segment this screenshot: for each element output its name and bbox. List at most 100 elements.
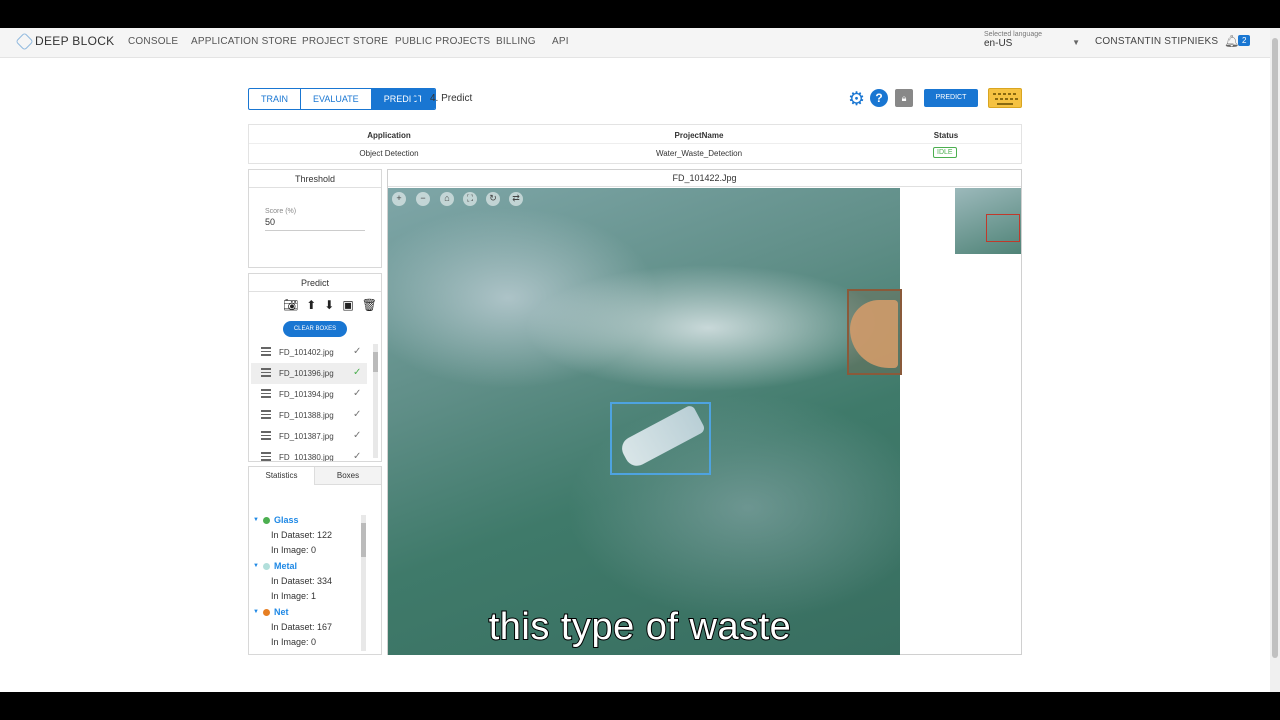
page-scroll-thumb[interactable]: [1272, 38, 1278, 658]
video-letterbox-bottom: [0, 692, 1280, 720]
check-icon: ✓: [353, 451, 362, 461]
stats-tabs: Statistics Boxes: [249, 467, 381, 485]
list-icon: [261, 431, 271, 440]
tab-evaluate[interactable]: EVALUATE: [301, 89, 372, 109]
threshold-panel: Threshold Score (%) 50: [248, 169, 382, 268]
expand-icon: ▼: [253, 563, 259, 569]
predict-panel: Predict 📷︎ ⬆ ⬇ ▣ 🗑︎ CLEAR BOXES FD_10140…: [248, 273, 382, 462]
file-name: FD_101387.jpg: [279, 432, 334, 441]
language-value: en-US: [984, 38, 1013, 49]
score-input[interactable]: 50: [265, 217, 275, 227]
user-menu[interactable]: CONSTANTIN STIPNIEKS: [1095, 36, 1218, 47]
file-row[interactable]: FD_101402.jpg ✓: [251, 342, 367, 363]
app-window: DEEP BLOCK CONSOLE APPLICATION STORE PRO…: [0, 28, 1280, 692]
file-row[interactable]: FD_101380.jpg ✓: [251, 447, 367, 461]
help-icon[interactable]: ?: [870, 89, 888, 107]
header-project-name: ProjectName: [674, 131, 724, 140]
flip-icon[interactable]: ⇄: [509, 192, 523, 206]
file-row[interactable]: FD_101396.jpg ✓: [251, 363, 367, 384]
class-in-dataset: In Dataset: 122: [271, 530, 333, 540]
lock-icon[interactable]: 🔒︎: [895, 89, 913, 107]
header-application: Application: [367, 131, 411, 140]
tab-boxes[interactable]: Boxes: [315, 467, 381, 485]
camera-icon[interactable]: 📷︎: [283, 298, 298, 312]
threshold-title: Threshold: [249, 170, 381, 188]
check-icon: ✓: [353, 388, 362, 399]
navigator-minimap[interactable]: [955, 188, 1021, 254]
trash-icon[interactable]: 🗑︎: [362, 298, 377, 312]
image-title: FD_101422.Jpg: [388, 170, 1021, 187]
check-icon: ✓: [353, 430, 362, 441]
class-in-dataset: In Dataset: 334: [271, 576, 333, 586]
application-value: Object Detection: [359, 149, 419, 158]
nav-application-store[interactable]: APPLICATION STORE: [191, 36, 297, 47]
language-select[interactable]: Selected language en-US ▼: [984, 31, 1080, 49]
class-name: Glass: [273, 515, 299, 525]
upload-icon[interactable]: ⬆: [306, 298, 316, 312]
check-icon: ✓: [353, 346, 362, 357]
class-glass[interactable]: ▼ Glass: [253, 515, 298, 525]
file-list-scroll-thumb[interactable]: [373, 352, 378, 372]
image-viewer: FD_101422.Jpg + − ⌂ ⛶ ↻ ⇄: [387, 169, 1022, 655]
step-label: 4. Predict: [430, 93, 473, 104]
add-image-icon[interactable]: ▣: [342, 298, 353, 312]
file-row[interactable]: FD_101394.jpg ✓: [251, 384, 367, 405]
class-in-image: In Image: 0: [271, 545, 317, 555]
rotate-icon[interactable]: ↻: [486, 192, 500, 206]
score-input-underline: [265, 230, 365, 231]
class-color-dot: [262, 562, 270, 570]
minimap-viewport[interactable]: [986, 214, 1020, 242]
list-icon: [261, 368, 271, 377]
list-icon: [261, 410, 271, 419]
page-scrollbar[interactable]: [1270, 28, 1280, 692]
video-letterbox-top: [0, 0, 1280, 28]
clear-boxes-button[interactable]: CLEAR BOXES: [283, 321, 347, 337]
bell-icon[interactable]: 🔔︎: [1224, 34, 1239, 48]
video-subtitle: this type of waste: [488, 605, 792, 649]
predict-button[interactable]: PREDICT: [924, 89, 978, 107]
check-icon: ✓: [353, 367, 362, 378]
home-icon[interactable]: ⌂: [440, 192, 454, 206]
zoom-in-icon[interactable]: +: [392, 192, 406, 206]
stats-scroll-thumb[interactable]: [361, 523, 366, 557]
status-badge: IDLE: [933, 147, 957, 158]
class-color-dot: [262, 516, 270, 524]
header-status: Status: [933, 131, 959, 140]
nav-console[interactable]: CONSOLE: [128, 36, 178, 47]
expand-icon: ▼: [253, 517, 259, 523]
class-metal[interactable]: ▼ Metal: [253, 561, 297, 571]
file-row[interactable]: FD_101388.jpg ✓: [251, 405, 367, 426]
score-label: Score (%): [265, 208, 297, 215]
project-info-table: Application ProjectName Status Object De…: [248, 124, 1022, 164]
table-divider: [249, 143, 1021, 144]
nav-billing[interactable]: BILLING: [496, 36, 536, 47]
list-icon: [261, 389, 271, 398]
deep-block-logo-icon: [15, 31, 34, 51]
tab-train[interactable]: TRAIN: [249, 89, 301, 109]
keyboard-icon[interactable]: [988, 88, 1022, 108]
list-icon: [261, 347, 271, 356]
bounding-box[interactable]: [847, 289, 902, 375]
language-caption: Selected language: [984, 31, 1042, 38]
file-name: FD_101380.jpg: [279, 453, 334, 461]
gear-icon[interactable]: ⚙: [848, 88, 865, 111]
logo[interactable]: DEEP BLOCK: [15, 31, 114, 51]
check-icon: ✓: [353, 409, 362, 420]
prediction-image[interactable]: + − ⌂ ⛶ ↻ ⇄: [388, 188, 902, 655]
nav-project-store[interactable]: PROJECT STORE: [302, 36, 388, 47]
class-in-image: In Image: 1: [271, 591, 317, 601]
nav-api[interactable]: API: [552, 36, 569, 47]
fullscreen-icon[interactable]: ⛶: [463, 192, 477, 206]
file-row[interactable]: FD_101387.jpg ✓: [251, 426, 367, 447]
zoom-out-icon[interactable]: −: [416, 192, 430, 206]
predict-actions: 📷︎ ⬆ ⬇ ▣ 🗑︎: [283, 298, 377, 312]
file-name: FD_101402.jpg: [279, 348, 334, 357]
file-name: FD_101388.jpg: [279, 411, 334, 420]
list-icon: [261, 452, 271, 461]
bounding-box[interactable]: [610, 402, 711, 475]
tab-statistics[interactable]: Statistics: [249, 467, 315, 485]
download-icon[interactable]: ⬇: [324, 298, 334, 312]
radio-selected-icon: [411, 92, 424, 105]
class-name: Metal: [273, 561, 297, 571]
nav-public-projects[interactable]: PUBLIC PROJECTS: [395, 36, 490, 47]
